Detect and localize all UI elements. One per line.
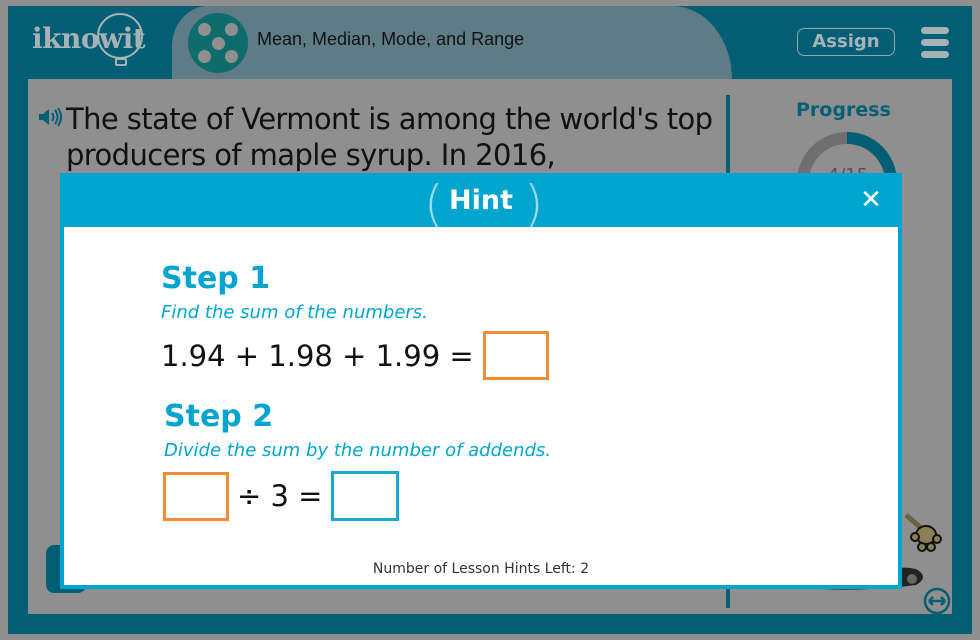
mascot-hand-icon	[904, 513, 942, 552]
hints-left-text: Number of Lesson Hints Left: 2	[372, 561, 590, 577]
step-2-instruction: Divide the sum by the number of addends.	[164, 440, 552, 461]
close-icon[interactable]: ✕	[858, 187, 884, 213]
hint-modal: ( Hint ) ✕ Step 1 Find the sum of the nu…	[60, 173, 902, 589]
right-paren-decoration: )	[524, 175, 544, 233]
lesson-dots-icon	[188, 13, 248, 73]
speaker-icon[interactable]	[38, 107, 64, 127]
lesson-title: Mean, Median, Mode, and Range	[257, 29, 525, 49]
step-1-instruction: Find the sum of the numbers.	[161, 302, 428, 323]
progress-label: Progress	[796, 99, 891, 121]
assign-button[interactable]: Assign	[797, 28, 895, 56]
hint-modal-header: ( Hint ) ✕	[64, 175, 898, 233]
top-bar: iknowit Mean, Median, Mode, and Range As…	[8, 6, 972, 79]
step-2-result-input[interactable]	[330, 471, 399, 521]
step-2-expression: ÷ 3 =	[237, 479, 323, 513]
logo-bulb-base	[115, 58, 127, 66]
hint-title: Hint	[449, 185, 513, 216]
step-2-title: Step 2	[164, 399, 274, 434]
expand-horizontal-icon[interactable]	[923, 587, 951, 615]
logo[interactable]: iknowit	[32, 22, 146, 55]
step-1-title: Step 1	[161, 261, 271, 296]
step-1-equation: 1.94 + 1.98 + 1.99 =	[161, 331, 549, 380]
step-1-sum-input[interactable]	[482, 331, 549, 380]
step-2-sum-input[interactable]	[163, 471, 229, 521]
hamburger-menu-icon[interactable]	[921, 27, 949, 59]
step-2-equation: ÷ 3 =	[163, 471, 399, 521]
question-text: The state of Vermont is among the world'…	[66, 102, 713, 172]
step-1-expression: 1.94 + 1.98 + 1.99 =	[161, 338, 474, 373]
